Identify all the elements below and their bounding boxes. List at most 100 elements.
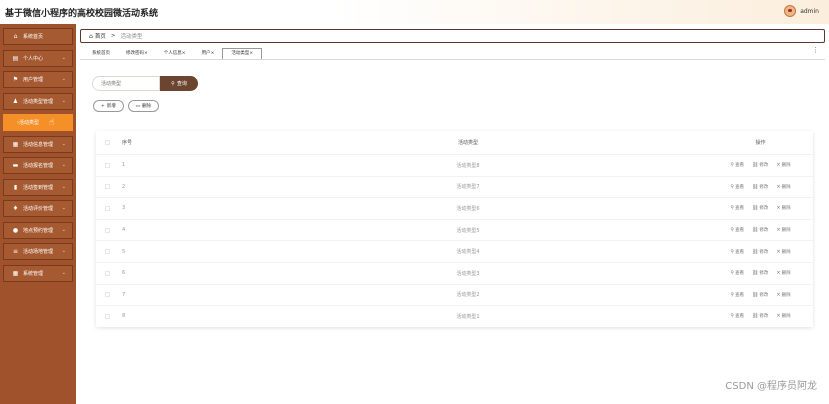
avatar-icon[interactable]: [784, 5, 797, 17]
view-label: 查看: [735, 228, 745, 234]
sidebar-item-8[interactable]: ♦ 活动评价管理 ⌄: [3, 200, 73, 217]
home-icon[interactable]: ⌂: [89, 33, 93, 40]
tab-3[interactable]: 用户×: [194, 49, 223, 59]
row-checkbox[interactable]: [104, 205, 110, 211]
edit-button[interactable]: ⛓ 修改: [752, 184, 768, 190]
close-icon[interactable]: ×: [144, 51, 148, 56]
watermark: CSDN @程序员阿龙: [725, 381, 817, 392]
chevron-down-icon: ⌄: [61, 162, 66, 168]
link-icon: ⛓: [752, 313, 759, 320]
row-checkbox[interactable]: [104, 227, 110, 233]
close-icon[interactable]: ×: [249, 51, 253, 56]
sidebar-item-1[interactable]: ▤ 个人中心 ⌄: [3, 49, 73, 67]
search-icon: ⚲: [730, 270, 735, 277]
view-button[interactable]: ⚲ 查看: [730, 270, 744, 276]
edit-button[interactable]: ⛓ 修改: [752, 162, 768, 168]
row-index: 5: [122, 248, 126, 255]
row-delete-button[interactable]: × 删除: [776, 184, 790, 190]
view-button[interactable]: ⚲ 查看: [730, 249, 744, 255]
header-ops: 操作: [755, 140, 766, 146]
tab-0[interactable]: 系统首页: [84, 49, 118, 59]
header-type[interactable]: 活动类型: [268, 139, 668, 146]
row-ops: ⚲ 查看 ⛓ 修改 × 删除: [668, 249, 813, 255]
sidebar-item-label: 个人中心: [23, 55, 44, 62]
row-delete-button[interactable]: × 删除: [776, 313, 790, 319]
tab-4[interactable]: 活动类型×: [222, 48, 263, 59]
view-label: 查看: [735, 184, 745, 190]
edit-button[interactable]: ⛓ 修改: [752, 292, 768, 298]
table-row: 5 活动类型4 ⚲ 查看 ⛓ 修改 × 删除: [96, 240, 813, 262]
link-icon: ⛓: [752, 183, 759, 190]
sidebar-item-6[interactable]: ▬ 活动报名管理 ⌄: [3, 157, 73, 174]
view-button[interactable]: ⚲ 查看: [730, 313, 744, 319]
search-button[interactable]: ⚲ 查询: [160, 76, 198, 91]
sidebar-item-9[interactable]: ● 地点预约管理 ⌄: [3, 221, 73, 239]
sidebar-item-label: 地点预约管理: [23, 227, 54, 234]
link-icon: ⛓: [752, 205, 759, 212]
edit-button[interactable]: ⛓ 修改: [752, 227, 768, 233]
row-type: 活动类型6: [456, 205, 480, 212]
pin-icon: ♦: [12, 205, 19, 212]
add-button-label: 新增: [106, 104, 116, 109]
edit-button[interactable]: ⛓ 修改: [752, 205, 768, 211]
search-input[interactable]: [92, 76, 160, 91]
view-button[interactable]: ⚲ 查看: [730, 162, 744, 168]
select-all-checkbox[interactable]: [104, 140, 110, 145]
row-delete-button[interactable]: × 删除: [776, 162, 790, 168]
row-checkbox[interactable]: [104, 292, 110, 298]
close-icon: ×: [776, 162, 781, 169]
delete-button[interactable]: ▭ 删除: [127, 100, 160, 112]
row-delete-button[interactable]: × 删除: [776, 292, 790, 298]
row-ops: ⚲ 查看 ⛓ 修改 × 删除: [668, 270, 813, 276]
row-checkbox[interactable]: [104, 162, 110, 168]
edit-button[interactable]: ⛓ 修改: [752, 249, 768, 255]
view-label: 查看: [735, 292, 745, 298]
username[interactable]: admin: [800, 8, 819, 15]
edit-label: 修改: [759, 228, 769, 234]
tab-label: 系统首页: [92, 51, 110, 56]
close-icon: ×: [776, 248, 781, 255]
close-icon: ×: [776, 183, 781, 190]
breadcrumb-home[interactable]: 首页: [95, 32, 106, 40]
sidebar-item-label: 活动评价管理: [23, 206, 54, 212]
row-type: 活动类型1: [456, 313, 480, 320]
row-delete-button[interactable]: × 删除: [776, 205, 790, 211]
row-checkbox[interactable]: [104, 270, 110, 276]
row-delete-button[interactable]: × 删除: [776, 249, 790, 255]
edit-button[interactable]: ⛓ 修改: [752, 270, 768, 276]
sidebar-item-2[interactable]: ⚑ 用户管理 ⌄: [3, 71, 73, 88]
tab-2[interactable]: 个人信息×: [156, 49, 194, 59]
more-icon[interactable]: ⋮: [812, 46, 819, 54]
chevron-down-icon: ⌄: [61, 205, 66, 211]
user-menu[interactable]: admin: [784, 5, 819, 17]
row-delete-button[interactable]: × 删除: [776, 227, 790, 233]
row-checkbox[interactable]: [104, 249, 110, 255]
sidebar-item-0[interactable]: ⌂ 系统首页: [3, 28, 73, 45]
edit-button[interactable]: ⛓ 修改: [752, 313, 768, 319]
view-button[interactable]: ⚲ 查看: [730, 227, 744, 233]
sidebar-item-7[interactable]: ▮ 活动签到管理 ⌄: [3, 178, 73, 196]
sidebar-item-11[interactable]: ▦ 系统管理 ⌄: [3, 264, 73, 282]
user-icon: ♟: [12, 97, 19, 105]
row-checkbox[interactable]: [104, 313, 110, 319]
sidebar-item-10[interactable]: ≡ 活动场地管理 ⌄: [3, 243, 73, 260]
view-button[interactable]: ⚲ 查看: [730, 205, 744, 211]
row-delete-label: 删除: [781, 249, 791, 255]
edit-label: 修改: [759, 249, 769, 255]
tab-label: 用户: [201, 51, 211, 56]
sidebar-item-3[interactable]: ♟ 活动类型管理 ⌄: [3, 92, 73, 110]
tab-1[interactable]: 修改密码×: [118, 49, 156, 59]
close-icon[interactable]: ×: [211, 51, 215, 56]
add-button[interactable]: + 新增: [93, 100, 124, 112]
sidebar-item-4[interactable]: › 活动类型 ☝: [3, 114, 73, 131]
row-ops: ⚲ 查看 ⛓ 修改 × 删除: [668, 227, 813, 233]
row-type: 活动类型3: [456, 270, 480, 277]
sidebar-item-5[interactable]: ▦ 活动信息管理 ⌄: [3, 135, 73, 153]
sidebar: ⌂ 系统首页 ▤ 个人中心 ⌄ ⚑ 用户管理 ⌄ ♟ 活动类型管理 ⌄ › 活动类型 ☝ ▦ 活动信息管理 ⌄ ▬…: [0, 24, 76, 404]
close-icon[interactable]: ×: [182, 51, 186, 56]
view-button[interactable]: ⚲ 查看: [730, 292, 744, 298]
view-button[interactable]: ⚲ 查看: [730, 184, 744, 190]
row-checkbox[interactable]: [104, 184, 110, 190]
link-icon: ⛓: [752, 227, 759, 234]
row-delete-button[interactable]: × 删除: [776, 270, 790, 276]
